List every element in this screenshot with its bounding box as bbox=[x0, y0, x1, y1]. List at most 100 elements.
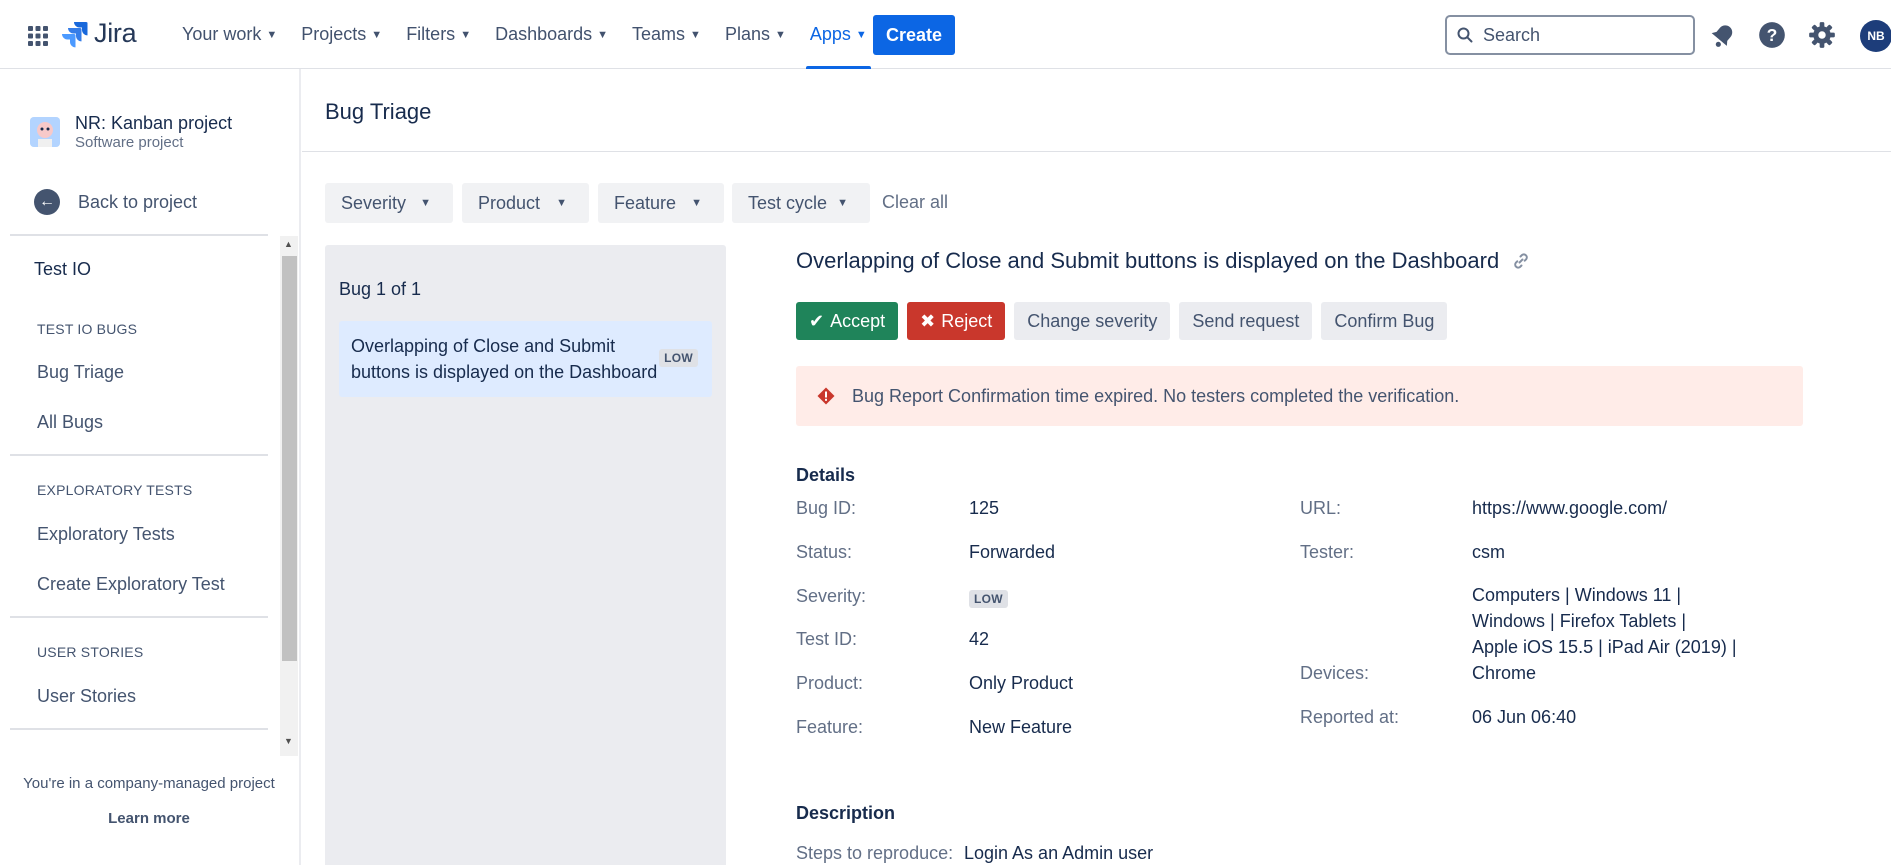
chevron-down-icon: ▼ bbox=[690, 28, 701, 41]
sidebar-item-user-stories[interactable]: User Stories bbox=[37, 686, 136, 707]
divider bbox=[10, 616, 268, 618]
nav-apps[interactable]: Apps ▼ bbox=[798, 0, 879, 69]
confirm-bug-button[interactable]: Confirm Bug bbox=[1321, 302, 1448, 340]
test-id-value: 42 bbox=[969, 629, 990, 649]
scroll-up-icon[interactable]: ▲ bbox=[284, 239, 293, 249]
section-heading: EXPLORATORY TESTS bbox=[37, 482, 193, 498]
arrow-left-icon: ← bbox=[34, 189, 60, 215]
nav-label: Dashboards bbox=[495, 24, 593, 44]
create-button[interactable]: Create bbox=[873, 15, 955, 55]
url-value[interactable]: https://www.google.com/ bbox=[1472, 498, 1667, 519]
detail-label: Tester: bbox=[1300, 542, 1355, 562]
chevron-down-icon: ▼ bbox=[855, 28, 867, 41]
project-header[interactable]: NR: Kanban project Software project bbox=[30, 113, 232, 151]
filter-product[interactable]: Product ▼ bbox=[462, 183, 589, 223]
section-heading: USER STORIES bbox=[37, 644, 144, 660]
divider bbox=[10, 454, 268, 456]
filter-label: Test cycle bbox=[748, 192, 828, 213]
device-line: Windows | Firefox Tablets | bbox=[1472, 611, 1687, 631]
filter-test-cycle[interactable]: Test cycle ▼ bbox=[732, 183, 870, 223]
search-input[interactable] bbox=[1483, 24, 1673, 46]
user-avatar[interactable]: NB bbox=[1860, 20, 1891, 52]
nav-label: Filters bbox=[406, 24, 456, 44]
scroll-down-icon[interactable]: ▼ bbox=[284, 736, 293, 746]
jira-logo-text: Jira bbox=[94, 18, 137, 48]
nav-filters[interactable]: Filters ▼ bbox=[394, 0, 483, 69]
nav-projects[interactable]: Projects ▼ bbox=[289, 0, 394, 69]
divider bbox=[302, 151, 1891, 152]
bug-list-panel: Bug 1 of 1 Overlapping of Close and Subm… bbox=[325, 245, 726, 865]
device-line: Apple iOS 15.5 | iPad Air (2019) | bbox=[1472, 637, 1737, 657]
action-bar: ✔ Accept ✖ Reject Change severity Send req… bbox=[796, 302, 1456, 340]
filter-feature[interactable]: Feature ▼ bbox=[598, 183, 724, 223]
nav-label: Your work bbox=[182, 24, 262, 44]
device-line: Computers | Windows 11 | bbox=[1472, 585, 1682, 605]
bug-list-item[interactable]: Overlapping of Close and Submit buttons … bbox=[339, 321, 712, 397]
alert-message: Bug Report Confirmation time expired. No… bbox=[852, 385, 1460, 406]
filter-label: Product bbox=[478, 192, 541, 213]
project-avatar-icon bbox=[30, 117, 60, 147]
search-box[interactable] bbox=[1445, 15, 1695, 55]
accept-button[interactable]: ✔ Accept bbox=[796, 302, 899, 340]
nav-label: Teams bbox=[632, 24, 686, 44]
chevron-down-icon: ▼ bbox=[460, 28, 472, 41]
filter-label: Severity bbox=[341, 192, 407, 213]
nav-label: Projects bbox=[301, 24, 367, 44]
detail-label: Reported at: bbox=[1300, 707, 1400, 727]
app-switcher-icon[interactable] bbox=[26, 24, 50, 48]
chevron-down-icon: ▼ bbox=[556, 197, 567, 209]
chevron-down-icon: ▼ bbox=[371, 28, 383, 41]
learn-more-link[interactable]: Learn more bbox=[0, 810, 298, 827]
notifications-icon[interactable] bbox=[1709, 21, 1737, 49]
reject-button[interactable]: ✖ Reject bbox=[907, 302, 1006, 340]
error-alert: Bug Report Confirmation time expired. No… bbox=[796, 366, 1803, 426]
company-managed-note: You're in a company-managed project bbox=[23, 775, 275, 792]
sidebar-item-exploratory-tests[interactable]: Exploratory Tests bbox=[37, 524, 175, 545]
bug-detail-title: Overlapping of Close and Submit buttons … bbox=[796, 248, 1531, 274]
sidebar-item-create-exploratory-test[interactable]: Create Exploratory Test bbox=[37, 574, 225, 595]
project-type: Software project bbox=[75, 134, 184, 151]
feature-value: New Feature bbox=[969, 717, 1073, 737]
nav-your-work[interactable]: Your work ▼ bbox=[170, 0, 289, 69]
sidebar: NR: Kanban project Software project ← Ba… bbox=[0, 69, 301, 865]
send-request-button[interactable]: Send request bbox=[1179, 302, 1313, 340]
change-severity-button[interactable]: Change severity bbox=[1014, 302, 1171, 340]
link-icon[interactable] bbox=[1511, 251, 1531, 271]
detail-label: URL: bbox=[1300, 498, 1342, 518]
back-to-project-link[interactable]: ← Back to project bbox=[34, 189, 197, 215]
nav-plans[interactable]: Plans ▼ bbox=[713, 0, 798, 69]
checkmark-icon: ✔ bbox=[809, 310, 825, 331]
clear-all-link[interactable]: Clear all bbox=[882, 192, 948, 213]
bug-title-text: Overlapping of Close and Submit buttons … bbox=[796, 248, 1500, 273]
reject-label: Reject bbox=[941, 310, 993, 331]
detail-label: Severity: bbox=[796, 586, 867, 606]
chevron-down-icon: ▼ bbox=[597, 28, 609, 41]
jira-logo[interactable]: Jira bbox=[62, 18, 137, 49]
sidebar-item-bug-triage[interactable]: Bug Triage bbox=[37, 362, 124, 383]
devices-value: Computers | Windows 11 | Windows | Firef… bbox=[1472, 582, 1737, 686]
top-navigation: Jira Your work ▼ Projects ▼ Filters ▼ Dashb… bbox=[0, 0, 1891, 69]
nav-menu: Your work ▼ Projects ▼ Filters ▼ Dashboards… bbox=[170, 0, 879, 69]
sidebar-item-all-bugs[interactable]: All Bugs bbox=[37, 412, 103, 433]
detail-label: Test ID: bbox=[796, 629, 858, 649]
chevron-down-icon: ▼ bbox=[420, 197, 431, 209]
scrollbar-thumb[interactable] bbox=[282, 256, 297, 661]
nav-label: Plans bbox=[724, 24, 770, 44]
accept-label: Accept bbox=[830, 310, 886, 331]
nav-dashboards[interactable]: Dashboards ▼ bbox=[483, 0, 620, 69]
error-diamond-icon bbox=[817, 387, 835, 405]
nav-teams[interactable]: Teams ▼ bbox=[620, 0, 713, 69]
page-title: Bug Triage bbox=[325, 99, 432, 124]
detail-label: Devices: bbox=[1300, 663, 1370, 683]
reported-at-value: 06 Jun 06:40 bbox=[1472, 707, 1577, 727]
back-label: Back to project bbox=[78, 191, 198, 212]
filter-severity[interactable]: Severity ▼ bbox=[325, 183, 453, 223]
help-icon[interactable]: ? bbox=[1758, 21, 1786, 49]
settings-gear-icon[interactable] bbox=[1808, 21, 1836, 49]
status-value: Forwarded bbox=[969, 542, 1056, 562]
chevron-down-icon: ▼ bbox=[266, 28, 278, 41]
steps-label: Steps to reproduce: bbox=[796, 843, 954, 863]
divider bbox=[10, 234, 268, 236]
jira-logo-icon bbox=[62, 21, 88, 47]
chevron-down-icon: ▼ bbox=[691, 197, 702, 209]
